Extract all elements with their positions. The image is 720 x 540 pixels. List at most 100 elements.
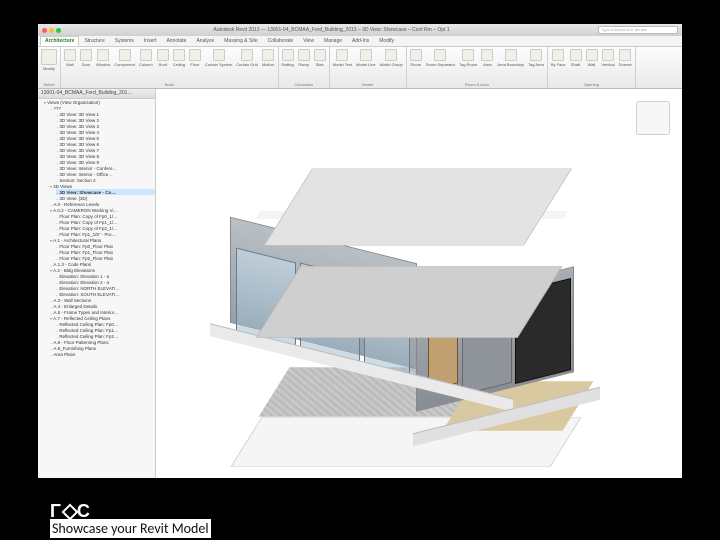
tab-structure[interactable]: Structure: [79, 36, 109, 46]
mullion-icon: [262, 49, 274, 61]
window-icon: [97, 49, 109, 61]
roof-button[interactable]: Roof: [156, 48, 170, 68]
tool-label: Component: [114, 62, 135, 67]
wall-button[interactable]: Wall: [63, 48, 77, 68]
modify-button[interactable]: Modify: [40, 48, 58, 72]
vertical-button[interactable]: Vertical: [601, 48, 616, 68]
browser-item[interactable]: Area Plans: [50, 351, 155, 357]
tool-label: Area Boundary: [497, 62, 524, 67]
railing-button[interactable]: Railing: [281, 48, 295, 68]
column-button[interactable]: Column: [138, 48, 154, 68]
tool-label: Vertical: [602, 62, 615, 67]
wall-button[interactable]: Wall: [585, 48, 599, 68]
tool-label: Tag Room: [459, 62, 477, 67]
tool-label: Door: [82, 62, 91, 67]
3d-viewport[interactable]: [156, 89, 682, 478]
shaft-button[interactable]: Shaft: [569, 48, 583, 68]
floor-button[interactable]: Floor: [188, 48, 202, 68]
tab-view[interactable]: View: [298, 36, 319, 46]
tool-label: Roof: [158, 62, 166, 67]
shaft-icon: [570, 49, 582, 61]
model-text-button[interactable]: Model Text: [332, 48, 353, 68]
tool-label: Modify: [43, 66, 55, 71]
tag-room-button[interactable]: Tag Room: [458, 48, 478, 68]
room-separator-button[interactable]: Room Separator: [425, 48, 456, 68]
tool-label: Ramp: [298, 62, 309, 67]
stair-icon: [314, 49, 326, 61]
tag-room-icon: [462, 49, 474, 61]
tool-label: Area: [483, 62, 491, 67]
tool-label: Curtain Grid: [236, 62, 258, 67]
minimize-icon[interactable]: [49, 28, 54, 33]
panel-model: Model TextModel LineModel GroupModel: [330, 47, 407, 88]
ribbon-tabs: ArchitectureStructureSystemsInsertAnnota…: [38, 36, 682, 47]
tab-manage[interactable]: Manage: [319, 36, 347, 46]
tool-label: Tag Area: [528, 62, 544, 67]
dormer-button[interactable]: Dormer: [618, 48, 633, 68]
tab-modify[interactable]: Modify: [374, 36, 399, 46]
area-boundary-button[interactable]: Area Boundary: [496, 48, 525, 68]
door-button[interactable]: Door: [79, 48, 93, 68]
component-button[interactable]: Component: [113, 48, 136, 68]
tag-area-button[interactable]: Tag Area: [527, 48, 545, 68]
ramp-button[interactable]: Ramp: [297, 48, 311, 68]
tab-add-ins[interactable]: Add-Ins: [347, 36, 374, 46]
panel-label: Build: [63, 81, 276, 87]
project-browser[interactable]: 13001-04_BCMAA_Ford_Building_201… Views …: [38, 89, 156, 478]
tab-annotate[interactable]: Annotate: [161, 36, 191, 46]
area-boundary-icon: [505, 49, 517, 61]
tool-label: Wall: [588, 62, 596, 67]
model-line-button[interactable]: Model Line: [355, 48, 377, 68]
curtain-grid-button[interactable]: Curtain Grid: [235, 48, 259, 68]
panel-room-area: Room Room SeparatorTag Room Area Area Bound…: [407, 47, 548, 88]
panel-select: ModifySelect: [38, 47, 61, 88]
mullion-button[interactable]: Mullion: [261, 48, 276, 68]
logo-text: ΓC: [50, 501, 92, 521]
modify-icon: [41, 49, 57, 65]
tool-label: Floor: [190, 62, 199, 67]
curtain-system-button[interactable]: Curtain System: [204, 48, 233, 68]
tab-collaborate[interactable]: Collaborate: [263, 36, 299, 46]
close-icon[interactable]: [42, 28, 47, 33]
window-controls[interactable]: [42, 28, 61, 33]
tool-label: Ceiling: [173, 62, 185, 67]
vertical-icon: [602, 49, 614, 61]
railing-icon: [282, 49, 294, 61]
by-face-icon: [552, 49, 564, 61]
panel-build: Wall Door WindowComponent Column Roof Ceiling…: [61, 47, 279, 88]
panel-circulation: RailingRampStairCirculation: [279, 47, 330, 88]
tool-label: Model Line: [356, 62, 376, 67]
tab-massing-site[interactable]: Massing & Site: [219, 36, 262, 46]
tool-label: Room: [410, 62, 421, 67]
titlebar: Autodesk Revit 2013 — 13001-04_BCMAA_For…: [38, 24, 682, 36]
model-group-icon: [385, 49, 397, 61]
building-model: [206, 129, 626, 449]
model-line-icon: [360, 49, 372, 61]
tool-label: Stair: [316, 62, 324, 67]
tool-label: Dormer: [619, 62, 632, 67]
browser-header: 13001-04_BCMAA_Ford_Building_201…: [38, 89, 155, 99]
window-button[interactable]: Window: [95, 48, 111, 68]
room-button[interactable]: Room: [409, 48, 423, 68]
by-face-button[interactable]: By Face: [550, 48, 567, 68]
tab-systems[interactable]: Systems: [110, 36, 139, 46]
stair-button[interactable]: Stair: [313, 48, 327, 68]
zoom-icon[interactable]: [56, 28, 61, 33]
search-input[interactable]: Type a keyword or phrase: [598, 26, 678, 34]
viewcube[interactable]: [636, 101, 670, 135]
tool-label: Railing: [282, 62, 294, 67]
viewcube-face[interactable]: [636, 101, 670, 135]
area-button[interactable]: Area: [480, 48, 494, 68]
wall-icon: [64, 49, 76, 61]
model-group-button[interactable]: Model Group: [379, 48, 404, 68]
ceiling-button[interactable]: Ceiling: [172, 48, 186, 68]
door-icon: [80, 49, 92, 61]
tab-insert[interactable]: Insert: [139, 36, 162, 46]
window-title: Autodesk Revit 2013 — 13001-04_BCMAA_For…: [65, 27, 598, 33]
tag-area-icon: [530, 49, 542, 61]
tool-label: Column: [139, 62, 153, 67]
tool-label: Curtain System: [205, 62, 232, 67]
room-separator-icon: [434, 49, 446, 61]
tab-architecture[interactable]: Architecture: [40, 36, 79, 46]
tab-analyze[interactable]: Analyze: [191, 36, 219, 46]
